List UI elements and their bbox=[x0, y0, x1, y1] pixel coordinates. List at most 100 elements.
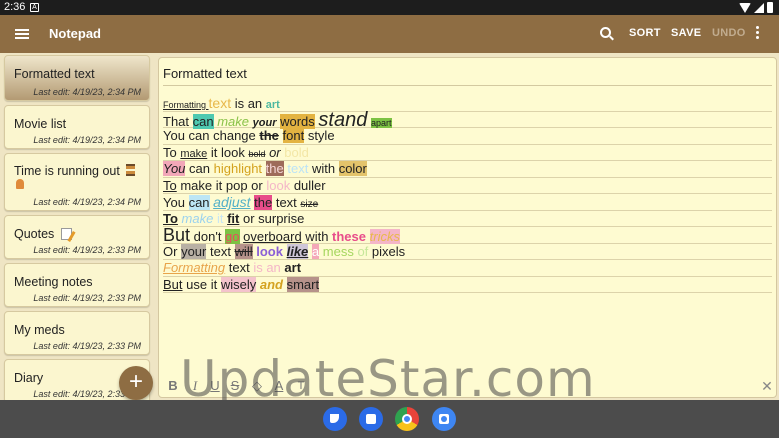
text-run: But bbox=[163, 225, 191, 245]
text-run: bold bbox=[284, 144, 309, 160]
text-run: the bbox=[259, 128, 279, 143]
text-run: with bbox=[301, 229, 333, 244]
camera-icon[interactable] bbox=[432, 407, 456, 431]
text-run: size bbox=[300, 199, 319, 210]
system-icons bbox=[739, 2, 773, 13]
note-item-my-meds[interactable]: My meds Last edit: 4/19/23, 2:33 PM bbox=[4, 311, 150, 355]
text-run: Or bbox=[163, 243, 182, 259]
text-run: these bbox=[332, 229, 366, 244]
text-run: wisely bbox=[220, 276, 257, 292]
text-run: font bbox=[282, 128, 305, 143]
close-toolbar-icon[interactable]: ✕ bbox=[759, 378, 775, 394]
text-run: style bbox=[304, 128, 335, 143]
text-run: don't bbox=[190, 229, 226, 244]
messages-icon[interactable] bbox=[359, 407, 383, 431]
text-run: You bbox=[163, 195, 189, 210]
notification-icon: A bbox=[30, 3, 39, 12]
text-run: But bbox=[163, 276, 183, 292]
more-options-icon[interactable] bbox=[756, 26, 760, 42]
text-run: highlight bbox=[213, 161, 263, 176]
signal-icon bbox=[754, 2, 764, 13]
note-title-wrap: Time is running out bbox=[14, 164, 136, 192]
text-run: and bbox=[259, 276, 283, 292]
note-date: Last edit: 4/19/23, 2:34 PM bbox=[33, 197, 141, 207]
text-run: text bbox=[206, 243, 235, 259]
editor-title[interactable]: Formatted text bbox=[163, 66, 247, 81]
text-run: art bbox=[265, 99, 280, 111]
text-run: smart bbox=[286, 276, 320, 292]
sort-button[interactable]: SORT bbox=[629, 27, 661, 39]
menu-icon[interactable] bbox=[15, 29, 29, 39]
editor-line[interactable]: You can adjust the text size bbox=[163, 194, 772, 211]
text-run: the bbox=[254, 195, 273, 210]
text-run: like bbox=[286, 243, 309, 259]
note-date: Last edit: 4/19/23, 2:33 PM bbox=[33, 293, 141, 303]
battery-icon bbox=[767, 2, 773, 13]
text-run: color bbox=[338, 161, 367, 176]
text-run: can bbox=[192, 113, 214, 129]
text-run: Formatting bbox=[163, 100, 209, 110]
note-title: Diary bbox=[14, 371, 44, 385]
note-editor[interactable]: Formatted text Formatting text is an art… bbox=[158, 57, 777, 398]
editor-line[interactable]: Formatting text is an art bbox=[163, 95, 772, 112]
memo-icon bbox=[60, 228, 72, 240]
note-item-formatted-text[interactable]: Formatted text Last edit: 4/19/23, 2:34 … bbox=[4, 55, 150, 101]
text-run: is an bbox=[253, 260, 281, 275]
save-button[interactable]: SAVE bbox=[671, 27, 701, 39]
note-title: Formatted text bbox=[14, 67, 95, 81]
editor-line[interactable]: To make it look bold or bold bbox=[163, 144, 772, 161]
text-run: adjust bbox=[213, 194, 251, 210]
text-run: text bbox=[208, 95, 232, 111]
editor-line[interactable]: That can make your words stand apart bbox=[163, 110, 772, 130]
editor-line[interactable]: But use it wisely and smart bbox=[163, 276, 772, 293]
editor-line[interactable]: To make it pop or look duller bbox=[163, 178, 772, 194]
editor-line[interactable]: You can change the font style bbox=[163, 128, 772, 145]
note-item-quotes[interactable]: Quotes Last edit: 4/19/23, 2:33 PM bbox=[4, 215, 150, 259]
note-date: Last edit: 4/19/23, 2:33 PM bbox=[33, 245, 141, 255]
editor-line[interactable]: Or your text will look like a mess of pi… bbox=[163, 243, 772, 260]
text-run: Formatting bbox=[163, 260, 226, 275]
note-title: Meeting notes bbox=[14, 275, 93, 289]
note-item-movie-list[interactable]: Movie list Last edit: 4/19/23, 2:34 PM bbox=[4, 105, 150, 149]
note-title-wrap: Quotes bbox=[14, 227, 72, 241]
text-run: You bbox=[163, 161, 186, 176]
editor-line[interactable]: To make it fit or surprise bbox=[163, 210, 772, 227]
note-item-time-is-running-out[interactable]: Time is running out Last edit: 4/19/23, … bbox=[4, 153, 150, 211]
text-run: text bbox=[272, 195, 301, 210]
runner-icon bbox=[16, 179, 24, 189]
text-run: tricks bbox=[369, 229, 400, 244]
bold-button[interactable]: B bbox=[165, 378, 181, 394]
text-run: That bbox=[163, 113, 193, 129]
search-icon[interactable] bbox=[600, 27, 614, 41]
undo-button[interactable]: UNDO bbox=[712, 27, 746, 39]
note-title: Quotes bbox=[14, 227, 55, 241]
text-run: To bbox=[163, 210, 178, 226]
editor-line[interactable]: You can highlight the text with color bbox=[163, 161, 772, 178]
note-date: Last edit: 4/19/23, 2:34 PM bbox=[33, 87, 141, 97]
app-bar: Notepad SORT SAVE UNDO bbox=[0, 15, 779, 53]
text-run: words bbox=[280, 113, 315, 129]
text-run: pixels bbox=[368, 243, 406, 259]
hourglass-icon bbox=[126, 164, 136, 176]
text-run: it bbox=[213, 210, 228, 226]
editor-line[interactable]: But don't go overboard with these tricks bbox=[163, 225, 772, 245]
chrome-icon[interactable] bbox=[395, 407, 419, 431]
note-date: Last edit: 4/19/23, 2:34 PM bbox=[33, 135, 141, 145]
text-run: it look bbox=[207, 144, 249, 160]
phone-icon[interactable] bbox=[323, 407, 347, 431]
note-date: Last edit: 4/19/23, 2:33 PM bbox=[33, 341, 141, 351]
text-run: make bbox=[181, 210, 214, 226]
clock: 2:36 bbox=[4, 1, 26, 13]
text-run: To bbox=[163, 144, 181, 160]
editor-line[interactable]: Formatting text is an art bbox=[163, 260, 772, 277]
text-run: will bbox=[234, 243, 253, 259]
text-run: use it bbox=[182, 276, 221, 292]
add-note-button[interactable]: + bbox=[119, 366, 153, 400]
text-run: go bbox=[225, 229, 240, 244]
text-run: of bbox=[357, 243, 369, 259]
text-run: overboard bbox=[243, 229, 302, 244]
note-item-meeting-notes[interactable]: Meeting notes Last edit: 4/19/23, 2:33 P… bbox=[4, 263, 150, 307]
editor-body[interactable]: Formatting text is an art That can make y… bbox=[163, 95, 772, 293]
text-run: art bbox=[284, 260, 302, 275]
text-run: text bbox=[225, 260, 254, 275]
